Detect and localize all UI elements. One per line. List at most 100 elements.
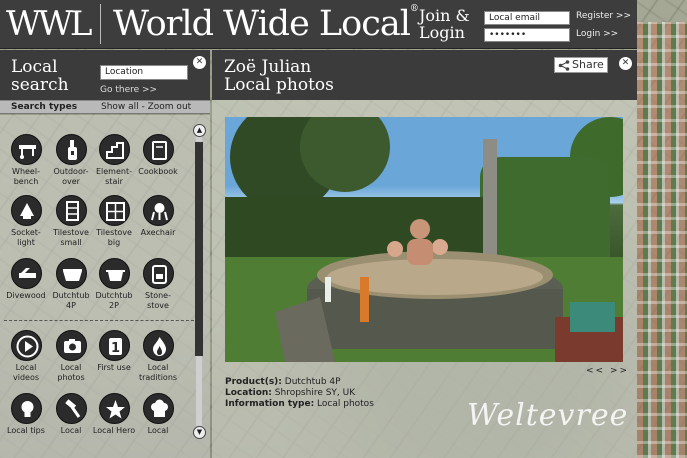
search-type-local-chef[interactable]: Local — [135, 393, 181, 436]
register-link[interactable]: Register >> — [576, 11, 631, 21]
search-type-label: Element-stair — [95, 167, 132, 186]
outdoor-oven-icon — [55, 134, 87, 165]
password-field[interactable]: ••••••• — [484, 28, 570, 42]
divewood-icon — [10, 258, 42, 289]
brand-title: World Wide Local® — [113, 4, 419, 44]
search-type-tilestove-big[interactable]: Tilestove big — [91, 195, 137, 248]
location-value: Shropshire SY, UK — [274, 388, 356, 398]
information-type-row: Information type: Local photos — [225, 399, 374, 410]
search-type-label: Local Hero — [92, 426, 136, 435]
wwl-logo[interactable]: WWL — [6, 4, 93, 44]
login-link[interactable]: Login >> — [576, 29, 618, 39]
cookbook-icon — [142, 134, 174, 165]
scroll-down-button[interactable]: ▼ — [193, 426, 206, 439]
photo-panel-title: Zoë Julian Local photos — [224, 58, 334, 94]
search-type-label: Local videos — [12, 363, 40, 382]
tilestove-big-icon — [98, 195, 130, 226]
search-type-divewood[interactable]: Divewood — [3, 258, 49, 301]
tilestove-small-icon — [55, 195, 87, 226]
search-type-cookbook[interactable]: Cookbook — [135, 134, 181, 177]
element-stair-icon — [98, 134, 130, 165]
search-type-element-stair[interactable]: Element-stair — [91, 134, 137, 187]
search-type-axechair[interactable]: Axechair — [135, 195, 181, 238]
chef-hat-icon — [142, 393, 174, 424]
go-there-link[interactable]: Go there >> — [100, 85, 157, 95]
dutchtub-2p-icon — [98, 258, 130, 289]
search-type-label: Tilestove big — [96, 228, 132, 247]
search-type-label: Cookbook — [138, 167, 178, 176]
join-label: Join & — [419, 6, 470, 25]
search-type-label: Wheel-bench — [12, 167, 40, 186]
email-field[interactable]: Local email — [484, 11, 570, 25]
product-row: Product(s): Dutchtub 4P — [225, 377, 374, 388]
close-search-button[interactable]: ✕ — [193, 56, 206, 69]
svg-text:1: 1 — [110, 341, 119, 356]
login-label: Login — [419, 23, 465, 42]
hot-tub-photo[interactable] — [225, 117, 623, 362]
icon-group-separator — [4, 320, 194, 321]
scroll-up-button[interactable]: ▲ — [193, 124, 206, 137]
search-types-label: Search types — [11, 102, 78, 112]
search-type-local-tips[interactable]: Local tips — [3, 393, 49, 436]
search-type-local-hero[interactable]: Local Hero — [91, 393, 137, 436]
search-type-socket-light[interactable]: Socket-light — [3, 195, 49, 248]
aerial-map-edge[interactable] — [637, 22, 687, 458]
photo-category-title: Local photos — [224, 75, 334, 95]
wheelbench-icon — [10, 134, 42, 165]
dutchtub-4p-icon — [55, 258, 87, 289]
share-icon — [558, 60, 570, 71]
lightbulb-icon — [10, 393, 42, 424]
registered-mark: ® — [409, 4, 419, 14]
search-type-label: First use — [97, 363, 131, 372]
information-type-label: Information type: — [225, 399, 315, 409]
search-type-outdoor-oven[interactable]: Outdoor-over — [48, 134, 94, 187]
camera-icon — [55, 330, 87, 361]
share-button[interactable]: Share — [554, 57, 608, 73]
join-login-heading: Join & Login — [419, 7, 479, 41]
axechair-icon — [142, 195, 174, 226]
search-type-local-videos[interactable]: Local videos — [3, 330, 49, 383]
search-type-local-photos[interactable]: Local photos — [48, 330, 94, 383]
play-icon — [10, 330, 42, 361]
local-search-title-line1: Local — [11, 57, 58, 77]
search-type-local-hammer[interactable]: Local — [48, 393, 94, 436]
location-input[interactable]: Location — [100, 65, 188, 80]
search-type-wheelbench[interactable]: Wheel-bench — [3, 134, 49, 187]
search-type-label: Stone-stove — [145, 291, 171, 310]
close-photo-button[interactable]: ✕ — [619, 57, 632, 70]
search-type-label: Local — [60, 426, 82, 435]
site-header: WWL World Wide Local® Join & Login Local… — [0, 0, 637, 49]
photo-pager[interactable]: << >> — [586, 366, 629, 376]
photo-info: Product(s): Dutchtub 4P Location: Shrops… — [225, 377, 374, 410]
show-all-zoom-out-link[interactable]: Show all - Zoom out — [101, 102, 191, 112]
search-type-label: Dutchtub 2P — [95, 291, 133, 310]
search-type-dutchtub-4p[interactable]: Dutchtub 4P — [48, 258, 94, 311]
share-label: Share — [572, 58, 604, 71]
socket-light-icon — [10, 195, 42, 226]
search-type-label: Dutchtub 4P — [52, 291, 90, 310]
photo-panel-header: Zoë Julian Local photos Share ✕ — [212, 50, 637, 100]
flame-icon — [142, 330, 174, 361]
search-type-label: Divewood — [6, 291, 46, 300]
local-search-header: Local search Location Go there >> ✕ — [0, 50, 210, 100]
weltevree-watermark: Weltevree — [467, 398, 629, 433]
search-type-local-traditions[interactable]: Local traditions — [135, 330, 181, 383]
search-type-label: Tilestove small — [53, 228, 89, 247]
search-type-label: Local tips — [7, 426, 45, 435]
local-search-title: Local search — [11, 58, 69, 94]
logo-divider — [100, 4, 101, 44]
search-type-stone-stove[interactable]: Stone-stove — [135, 258, 181, 311]
search-type-label: Local — [147, 426, 169, 435]
product-link[interactable]: Dutchtub 4P — [285, 377, 341, 387]
search-type-dutchtub-2p[interactable]: Dutchtub 2P — [91, 258, 137, 311]
hammer-icon — [55, 393, 87, 424]
star-icon — [98, 393, 130, 424]
icon-scrollbar-thumb[interactable] — [195, 142, 203, 356]
search-type-tilestove-small[interactable]: Tilestove small — [48, 195, 94, 248]
search-type-label: Axechair — [140, 228, 176, 237]
search-type-label: Socket-light — [11, 228, 41, 247]
product-label: Product(s): — [225, 377, 282, 387]
location-row: Location: Shropshire SY, UK — [225, 388, 374, 399]
search-type-first-use[interactable]: 1 First use — [91, 330, 137, 373]
stone-stove-icon — [142, 258, 174, 289]
